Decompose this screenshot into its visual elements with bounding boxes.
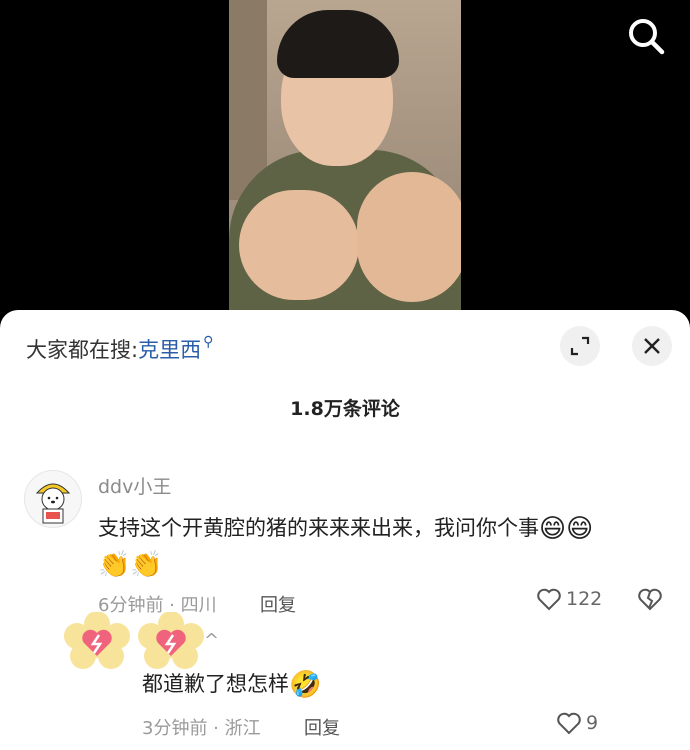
video-player[interactable] xyxy=(0,0,690,325)
trending-prefix: 大家都在搜: xyxy=(26,338,139,362)
comments-sheet: 大家都在搜:克里西 ⚲ 1.8万条评论 ddv小王 支持这个开黄腔的猪的来来来出来… xyxy=(0,310,690,750)
heart-icon xyxy=(557,712,581,735)
expand-icon xyxy=(570,336,590,356)
avatar[interactable] xyxy=(24,470,82,528)
like-button[interactable]: 122 xyxy=(536,586,602,612)
grin-emoji: 😄 xyxy=(566,514,594,544)
video-person-hair xyxy=(277,10,399,78)
video-person-hand-left xyxy=(239,190,359,300)
reply-username-partial: ^ xyxy=(204,630,220,651)
trending-search[interactable]: 大家都在搜:克里西 ⚲ xyxy=(26,334,213,364)
heart-lightning-sticker-icon xyxy=(64,612,130,669)
search-small-icon: ⚲ xyxy=(203,334,214,350)
dislike-button[interactable] xyxy=(637,586,663,616)
search-button[interactable] xyxy=(624,14,668,58)
heart-lightning-sticker-icon xyxy=(138,612,204,669)
close-icon xyxy=(644,338,660,354)
like-button[interactable]: 9 xyxy=(556,710,598,736)
reply-text: 都道歉了想怎样🤣 xyxy=(142,668,321,700)
rofl-emoji: 🤣 xyxy=(289,670,322,700)
like-count: 122 xyxy=(566,588,603,610)
reply-button[interactable]: 回复 xyxy=(304,714,340,740)
comment-text: 支持这个开黄腔的猪的来来来出来，我问你个事😄😄 👏👏 xyxy=(98,510,668,582)
comment-body: 支持这个开黄腔的猪的来来来出来，我问你个事 xyxy=(98,516,539,540)
clap-emoji: 👏 xyxy=(98,550,131,580)
video-person-hand-right xyxy=(357,172,461,302)
clap-emoji: 👏 xyxy=(130,550,163,580)
close-button[interactable] xyxy=(632,326,672,366)
bear-avatar-icon xyxy=(35,483,71,524)
like-count: 9 xyxy=(586,712,599,734)
heart-icon xyxy=(537,588,561,611)
comment-count: 1.8万条评论 xyxy=(290,398,400,420)
grin-emoji: 😄 xyxy=(539,514,567,544)
video-frame[interactable] xyxy=(229,0,461,325)
trending-term-link[interactable]: 克里西 xyxy=(138,338,201,362)
broken-heart-icon xyxy=(638,588,662,611)
reply-body: 都道歉了想怎样 xyxy=(142,672,289,696)
reply-button[interactable]: 回复 xyxy=(260,591,296,617)
reply-time-location: 3分钟前 · 浙江 xyxy=(142,718,261,739)
expand-button[interactable] xyxy=(560,326,600,366)
comment-username[interactable]: ddv小王 xyxy=(98,472,171,499)
search-icon xyxy=(629,19,665,55)
